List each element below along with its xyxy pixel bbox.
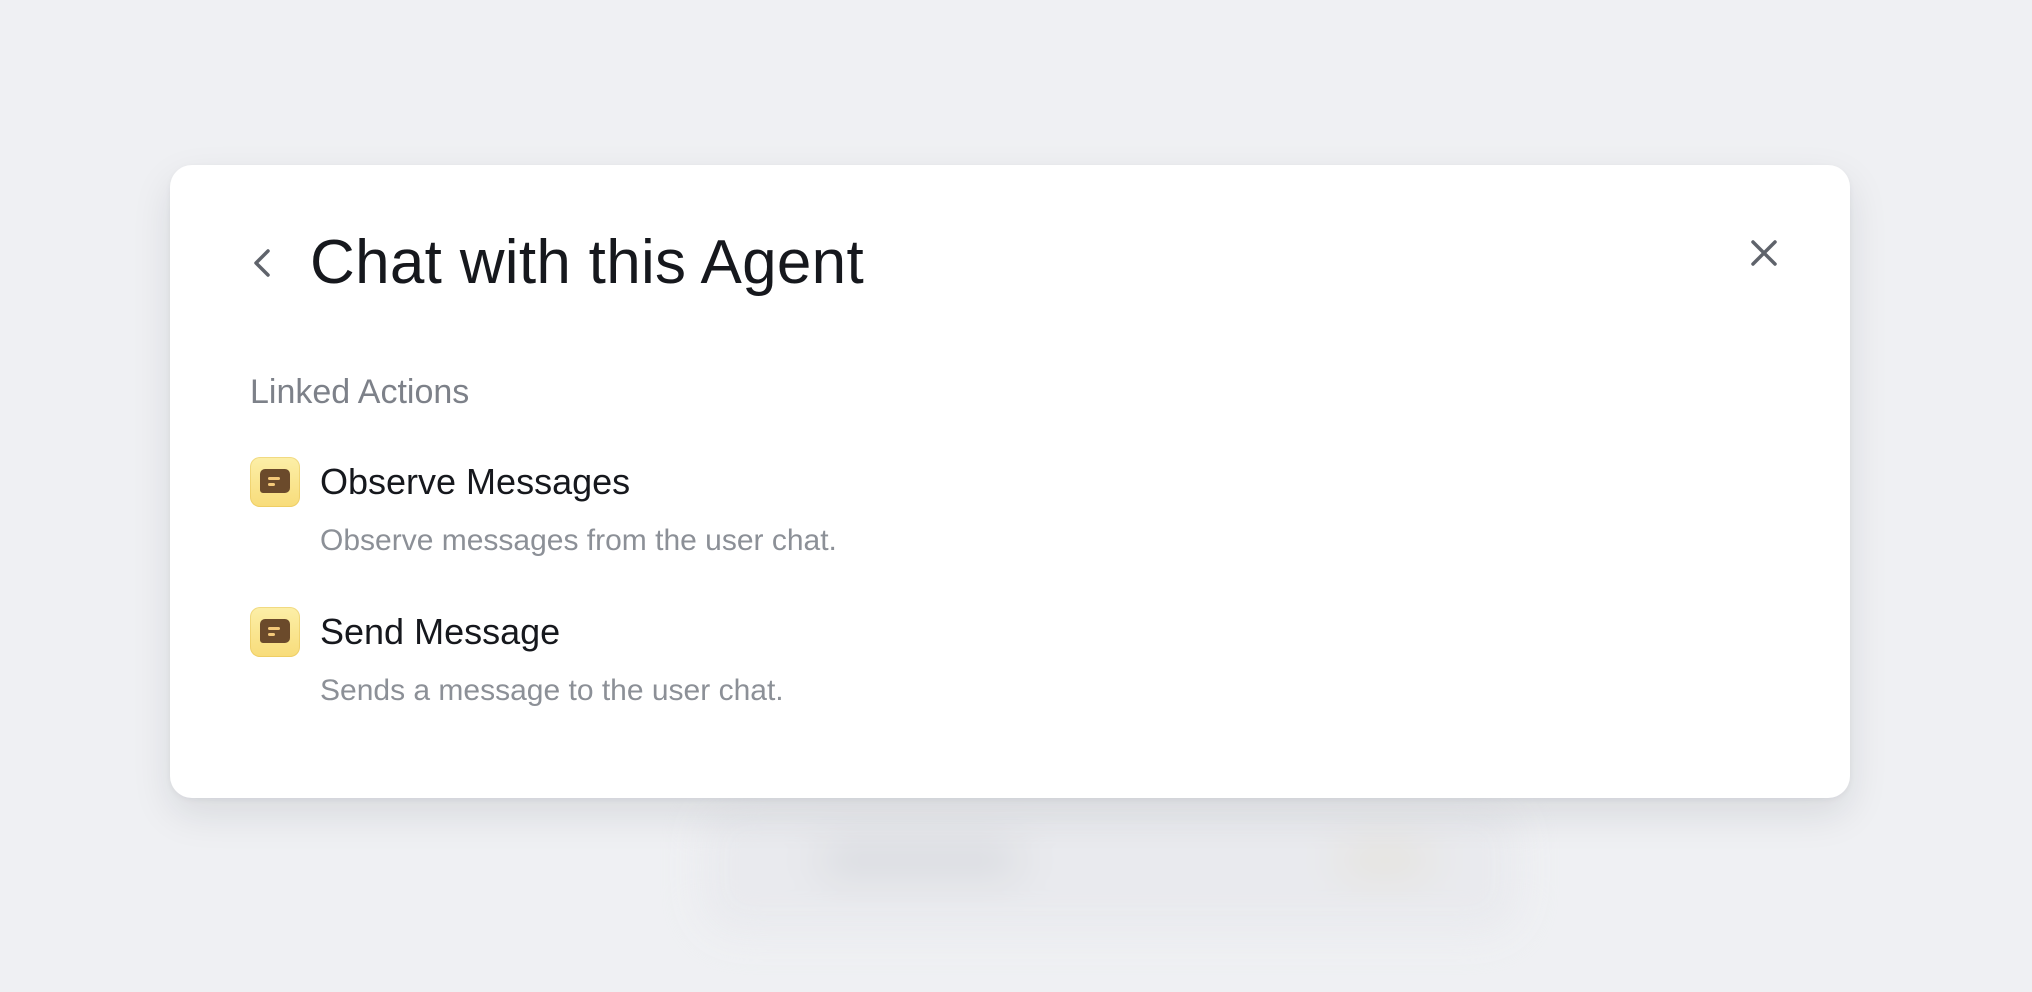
chat-bubble-icon (250, 457, 300, 507)
back-button[interactable] (240, 241, 284, 285)
close-button[interactable] (1742, 231, 1786, 275)
chevron-left-icon (254, 249, 270, 277)
action-name: Send Message (320, 611, 561, 652)
action-description: Observe messages from the user chat. (320, 524, 837, 557)
modal-title: Chat with this Agent (310, 228, 864, 297)
background-pill (1340, 845, 1430, 875)
agent-chat-modal: Chat with this Agent Linked Actions Obse… (170, 165, 1850, 798)
background-pill (820, 845, 1020, 875)
chat-bubble-icon (250, 607, 300, 657)
linked-actions-label: Linked Actions (250, 373, 470, 411)
action-description: Sends a message to the user chat. (320, 674, 784, 707)
background-content-blurred (700, 800, 1520, 935)
action-name: Observe Messages (320, 461, 631, 502)
close-icon (1751, 240, 1777, 266)
